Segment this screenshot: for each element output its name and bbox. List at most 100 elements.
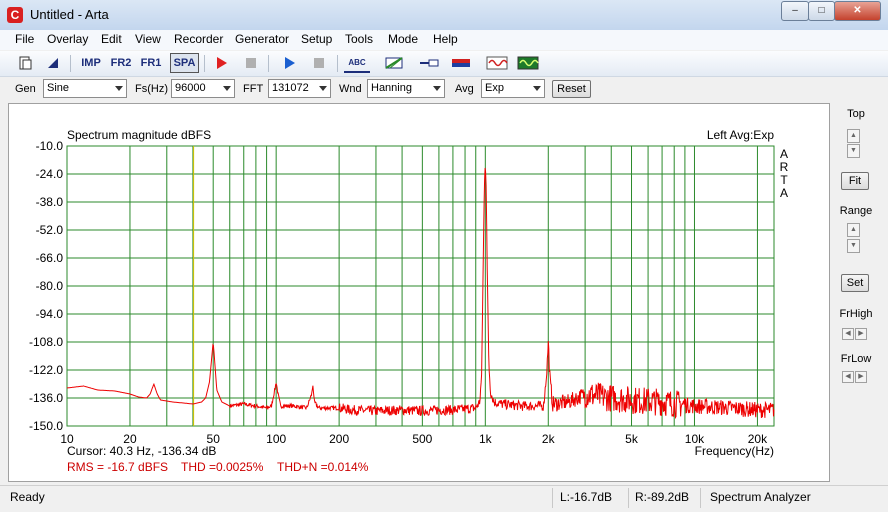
frhigh-left-button[interactable]: ◀ — [842, 328, 854, 340]
top-down-button[interactable]: ▼ — [847, 144, 860, 158]
grid-icon[interactable] — [383, 53, 405, 73]
status-mode: Spectrum Analyzer — [710, 490, 811, 504]
reset-button[interactable]: Reset — [552, 80, 591, 98]
menu-help[interactable]: Help — [433, 32, 458, 46]
fft-select[interactable]: 131072 — [268, 79, 331, 98]
top-up-button[interactable]: ▲ — [847, 129, 860, 143]
cursor-readout: Cursor: 40.3 Hz, -136.34 dB — [67, 444, 216, 458]
side-panel: Top ▲ ▼ Fit Range ▲ ▼ Set FrHigh ◀ ▶ FrL… — [832, 103, 880, 482]
chevron-down-icon — [223, 86, 231, 91]
x-tick-label: 1k — [479, 432, 493, 446]
chevron-down-icon — [319, 86, 327, 91]
y-tick-label: -150.0 — [29, 419, 63, 433]
y-tick-label: -10.0 — [36, 139, 64, 153]
window-title: Untitled - Arta — [30, 7, 109, 22]
x-tick-label: 100 — [266, 432, 286, 446]
y-tick-label: -38.0 — [36, 195, 64, 209]
close-button[interactable]: ✕ — [834, 1, 881, 21]
arta-brand-letter: A — [780, 186, 788, 200]
range-up-button[interactable]: ▲ — [847, 223, 860, 237]
y-tick-label: -122.0 — [29, 363, 63, 377]
y-tick-label: -94.0 — [36, 307, 64, 321]
avg-label: Avg — [455, 83, 474, 95]
y-tick-label: -66.0 — [36, 251, 64, 265]
wnd-label: Wnd — [339, 83, 362, 95]
spectrum-panel: -10.0 -24.0 -38.0 -52.0 -66.0 -80.0 -94.0 -108.… — [8, 103, 830, 482]
y-tick-label: -80.0 — [36, 279, 64, 293]
chevron-down-icon — [115, 86, 123, 91]
toolbar-separator — [204, 55, 205, 72]
arta-brand-letter: A — [780, 147, 788, 161]
frlow-right-button[interactable]: ▶ — [855, 371, 867, 383]
chart-title: Spectrum magnitude dBFS — [67, 128, 211, 142]
toolbar: IMP FR2 FR1 SPA ABC — [0, 51, 888, 77]
avg-select[interactable]: Exp — [481, 79, 545, 98]
frhigh-right-button[interactable]: ▶ — [855, 328, 867, 340]
text-tool-icon[interactable]: ABC — [344, 53, 370, 73]
parameter-bar: Gen Sine Fs(Hz) 96000 FFT 131072 Wnd Han… — [0, 77, 888, 101]
marker-icon[interactable] — [42, 53, 64, 73]
x-tick-label: 2k — [542, 432, 556, 446]
y-tick-label: -108.0 — [29, 335, 63, 349]
arta-brand-letter: R — [780, 160, 789, 174]
maximize-button[interactable]: □ — [808, 1, 835, 21]
x-axis-label: Frequency(Hz) — [695, 444, 774, 458]
arta-brand-letter: T — [780, 173, 788, 187]
toolbar-separator — [70, 55, 71, 72]
frhigh-label: FrHigh — [839, 308, 873, 320]
status-left-level: L:-16.7dB — [560, 490, 613, 504]
wnd-value: Hanning — [371, 82, 412, 94]
frlow-left-button[interactable]: ◀ — [842, 371, 854, 383]
status-divider — [628, 488, 629, 508]
menu-setup[interactable]: Setup — [301, 32, 332, 46]
title-bar: C Untitled - Arta – □ ✕ — [0, 0, 888, 31]
gen-select[interactable]: Sine — [43, 79, 127, 98]
fs-value: 96000 — [175, 82, 206, 94]
fs-select[interactable]: 96000 — [171, 79, 235, 98]
menu-edit[interactable]: Edit — [101, 32, 122, 46]
arta-app-icon[interactable]: C — [7, 7, 23, 23]
toolbar-separator — [337, 55, 338, 72]
generator-stop-icon[interactable] — [308, 53, 330, 73]
menu-view[interactable]: View — [135, 32, 161, 46]
fft-value: 131072 — [272, 82, 309, 94]
menu-tools[interactable]: Tools — [345, 32, 373, 46]
fs-label: Fs(Hz) — [135, 83, 168, 95]
fr2-mode-button[interactable]: FR2 — [108, 53, 134, 73]
status-divider — [700, 488, 701, 508]
menu-generator[interactable]: Generator — [235, 32, 289, 46]
scope-icon[interactable] — [517, 53, 539, 73]
record-play-icon[interactable] — [210, 53, 232, 73]
avg-value: Exp — [485, 82, 504, 94]
fr1-mode-button[interactable]: FR1 — [138, 53, 164, 73]
gen-value: Sine — [47, 82, 70, 94]
record-stop-icon[interactable] — [240, 53, 262, 73]
x-tick-label: 200 — [329, 432, 349, 446]
app-window: C Untitled - Arta – □ ✕ File Overlay Edi… — [0, 0, 888, 512]
new-file-icon[interactable] — [14, 53, 36, 73]
probe-icon[interactable] — [418, 53, 440, 73]
generator-play-icon[interactable] — [278, 53, 300, 73]
chevron-down-icon — [533, 86, 541, 91]
level-meter-icon[interactable] — [450, 53, 472, 73]
set-button[interactable]: Set — [841, 274, 869, 292]
menu-mode[interactable]: Mode — [388, 32, 418, 46]
minimize-button[interactable]: – — [781, 1, 809, 21]
wnd-select[interactable]: Hanning — [367, 79, 445, 98]
fit-button[interactable]: Fit — [841, 172, 869, 190]
sine-generator-icon[interactable] — [486, 53, 508, 73]
imp-mode-button[interactable]: IMP — [78, 53, 104, 73]
rms-readout: RMS = -16.7 dBFS — [67, 460, 168, 474]
menu-recorder[interactable]: Recorder — [174, 32, 223, 46]
menu-file[interactable]: File — [15, 32, 34, 46]
spa-mode-button[interactable]: SPA — [170, 53, 199, 73]
y-tick-label: -136.0 — [29, 391, 63, 405]
channel-avg-label: Left Avg:Exp — [707, 128, 774, 142]
menu-bar: File Overlay Edit View Recorder Generato… — [0, 30, 888, 50]
menu-overlay[interactable]: Overlay — [47, 32, 88, 46]
x-tick-label: 5k — [625, 432, 639, 446]
range-label: Range — [839, 205, 873, 217]
top-label: Top — [847, 108, 865, 120]
spectrum-chart[interactable]: -10.0 -24.0 -38.0 -52.0 -66.0 -80.0 -94.0 -108.… — [9, 104, 829, 481]
range-down-button[interactable]: ▼ — [847, 239, 860, 253]
